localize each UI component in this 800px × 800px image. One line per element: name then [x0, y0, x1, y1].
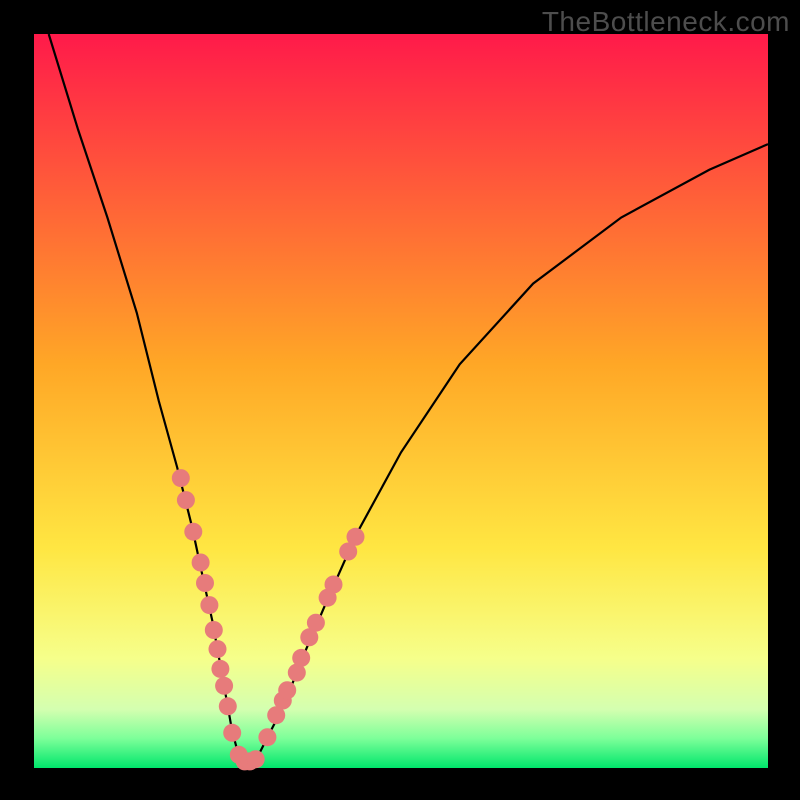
highlight-dot: [278, 681, 296, 699]
highlight-dot: [219, 697, 237, 715]
highlight-dot: [196, 574, 214, 592]
highlight-dot: [177, 491, 195, 509]
bottleneck-chart: [0, 0, 800, 800]
highlight-dot: [209, 640, 227, 658]
chart-frame: TheBottleneck.com: [0, 0, 800, 800]
highlight-dot: [205, 621, 223, 639]
plot-background: [34, 34, 768, 768]
highlight-dot: [184, 523, 202, 541]
highlight-dot: [258, 728, 276, 746]
highlight-dot: [247, 750, 265, 768]
watermark-text: TheBottleneck.com: [542, 6, 790, 38]
highlight-dot: [215, 677, 233, 695]
highlight-dot: [292, 649, 310, 667]
highlight-dot: [200, 596, 218, 614]
highlight-dot: [223, 724, 241, 742]
highlight-dot: [211, 660, 229, 678]
highlight-dot: [192, 554, 210, 572]
highlight-dot: [307, 614, 325, 632]
highlight-dot: [325, 576, 343, 594]
highlight-dot: [172, 469, 190, 487]
highlight-dot: [347, 528, 365, 546]
